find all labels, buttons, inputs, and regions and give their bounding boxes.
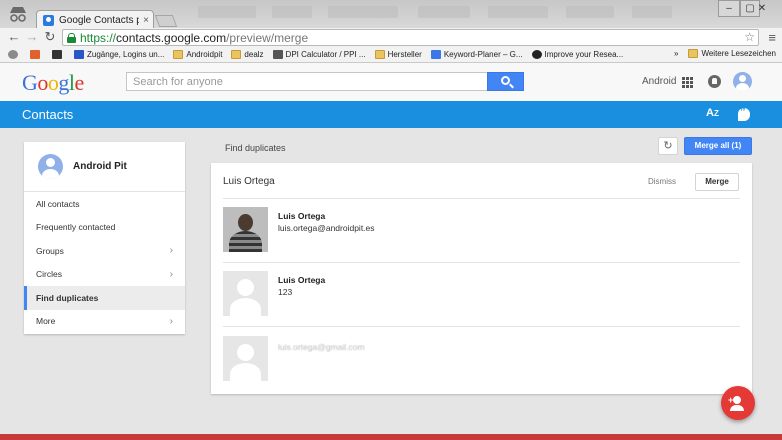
blurred-tab[interactable] <box>272 6 312 18</box>
browser-titlebar: Google Contacts preview × – ▢ ✕ <box>0 0 782 29</box>
hangouts-icon[interactable] <box>738 106 750 121</box>
search-input[interactable]: Search for anyone <box>126 72 488 91</box>
refresh-icon: ↻ <box>663 140 673 152</box>
more-bookmarks-button[interactable]: » <box>674 49 678 58</box>
blurred-tab[interactable] <box>566 6 614 18</box>
chevron-right-icon: › <box>169 245 173 256</box>
sidebar-item-frequently-contacted[interactable]: Frequently contacted <box>24 216 185 240</box>
sidebar-item-circles[interactable]: Circles › <box>24 263 185 287</box>
duplicate-group-name: Luis Ortega <box>223 176 275 187</box>
contact-email: luis.ortega@gmail.com <box>278 342 365 352</box>
minimize-button[interactable]: – <box>718 0 740 17</box>
profile-avatar <box>38 154 63 179</box>
refresh-button[interactable]: ↻ <box>658 137 678 155</box>
blurred-tab[interactable] <box>632 6 672 18</box>
folder-icon <box>231 50 242 59</box>
google-logo[interactable]: Google <box>22 70 84 96</box>
window-close-button[interactable]: ✕ <box>742 0 782 17</box>
default-avatar-icon <box>223 336 268 381</box>
bookmark-androidpit[interactable]: Androidpit <box>173 50 222 59</box>
folder-icon <box>688 49 699 58</box>
bookmark-dpi-calculator[interactable]: DPI Calculator / PPI ... <box>272 50 366 59</box>
blurred-tab[interactable] <box>418 6 470 18</box>
search-console-icon <box>531 50 542 59</box>
divider <box>223 198 740 199</box>
contacts-app-bar: Contacts AZ <box>0 101 782 128</box>
page-title: Find duplicates <box>225 143 286 153</box>
duplicate-entry[interactable]: Luis Ortega luis.ortega@androidpit.es <box>223 207 740 255</box>
add-contact-fab[interactable]: + <box>721 386 755 420</box>
sidebar: Android Pit All contacts Frequently cont… <box>24 142 185 334</box>
apps-grid-icon[interactable] <box>682 77 693 88</box>
sidebar-item-all-contacts[interactable]: All contacts <box>24 192 185 216</box>
bookmark-icon <box>74 50 84 59</box>
sort-az-icon[interactable]: AZ <box>706 107 719 119</box>
incognito-icon <box>10 7 26 22</box>
blurred-tab[interactable] <box>198 6 256 18</box>
default-avatar-icon <box>223 271 268 316</box>
contact-photo <box>223 207 268 252</box>
sidebar-item-find-duplicates[interactable]: Find duplicates <box>24 286 185 310</box>
calculator-icon <box>272 50 283 59</box>
search-icon <box>501 76 510 85</box>
merge-button[interactable]: Merge <box>695 173 739 191</box>
tab-title: Google Contacts preview <box>59 14 139 26</box>
url-scheme: https:// <box>80 30 117 45</box>
divider <box>223 262 740 263</box>
tab-close-button[interactable]: × <box>139 15 153 26</box>
reload-icon[interactable]: ↻ <box>42 29 58 45</box>
bookmark-improve-research[interactable]: Improve your Resea... <box>531 50 623 59</box>
google-header: Google Search for anyone Android <box>0 63 782 101</box>
account-name-link[interactable]: Android <box>642 76 676 87</box>
url-path: /preview/merge <box>226 30 309 45</box>
bookmark-star-icon[interactable]: ☆ <box>744 30 755 44</box>
duplicate-entry[interactable]: Luis Ortega 123 <box>223 271 740 319</box>
blurred-tab[interactable] <box>328 6 398 18</box>
sidebar-item-more[interactable]: More › <box>24 310 185 334</box>
dismiss-button[interactable]: Dismiss <box>648 177 676 186</box>
sidebar-profile[interactable]: Android Pit <box>24 142 185 192</box>
address-bar[interactable]: https:// contacts.google.com /preview/me… <box>62 29 759 46</box>
adwords-icon <box>430 50 441 59</box>
new-tab-button[interactable] <box>154 15 178 27</box>
contact-phone: 123 <box>278 287 293 297</box>
chrome-menu-icon[interactable]: ≡ <box>768 30 776 45</box>
taskbar <box>0 434 782 440</box>
back-arrow-icon[interactable]: ← <box>6 29 22 45</box>
contact-name: Luis Ortega <box>278 211 326 221</box>
contacts-favicon-icon <box>43 14 54 26</box>
chevron-right-icon: › <box>169 315 173 327</box>
notifications-bell-icon[interactable] <box>708 75 721 88</box>
lock-icon <box>67 32 76 43</box>
sidebar-item-groups[interactable]: Groups › <box>24 239 185 263</box>
forward-arrow-icon[interactable]: → <box>24 29 40 45</box>
url-host: contacts.google.com <box>116 30 227 45</box>
other-bookmarks[interactable]: Weitere Lesezeichen <box>688 49 776 58</box>
account-avatar[interactable] <box>733 72 752 91</box>
bookmarks-bar: Zugänge, Logins un... Androidpit dealz D… <box>0 47 782 63</box>
app-title[interactable]: Contacts <box>22 107 73 122</box>
extension-icon[interactable] <box>8 50 21 59</box>
folder-icon <box>173 50 184 59</box>
search-button[interactable] <box>487 72 524 91</box>
duplicate-group-card: Luis Ortega Dismiss Merge Luis Ortega lu… <box>211 163 752 394</box>
chevron-right-icon: › <box>169 268 173 280</box>
extension-icon[interactable] <box>30 50 43 59</box>
contact-email: luis.ortega@androidpit.es <box>278 223 375 233</box>
bookmark-zugaenge[interactable]: Zugänge, Logins un... <box>74 50 164 59</box>
bookmark-keyword-planer[interactable]: Keyword-Planer – G... <box>430 50 523 59</box>
browser-toolbar: ← → ↻ https:// contacts.google.com /prev… <box>0 28 782 47</box>
divider <box>223 326 740 327</box>
profile-name: Android Pit <box>73 161 127 172</box>
folder-icon <box>374 50 385 59</box>
bookmark-dealz[interactable]: dealz <box>231 50 264 59</box>
bookmark-hersteller[interactable]: Hersteller <box>374 50 422 59</box>
contact-name: Luis Ortega <box>278 275 326 285</box>
merge-all-button[interactable]: Merge all (1) <box>684 137 752 155</box>
duplicate-entry[interactable]: luis.ortega@gmail.com <box>223 336 740 384</box>
extension-icon[interactable] <box>52 50 65 59</box>
browser-tab[interactable]: Google Contacts preview × <box>36 10 154 29</box>
blurred-tab[interactable] <box>488 6 548 18</box>
